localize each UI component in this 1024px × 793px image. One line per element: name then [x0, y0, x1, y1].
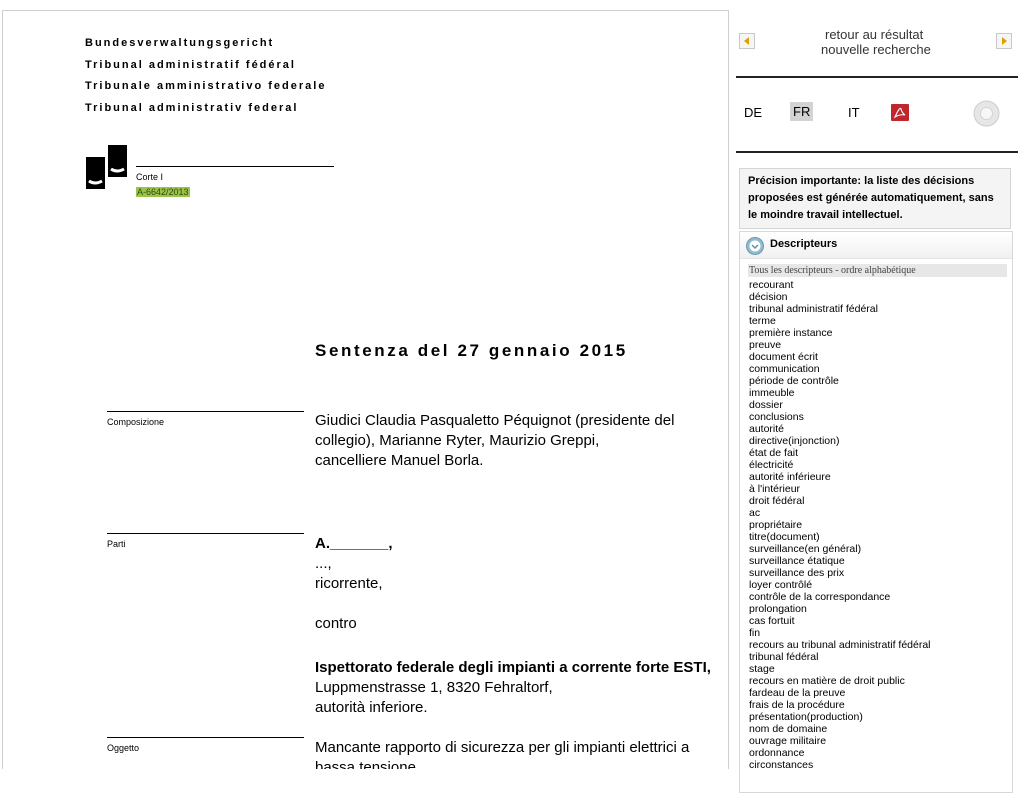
composition-line: cancelliere Manuel Borla. [315, 452, 484, 469]
composition-text: Giudici Claudia Pasqualetto Péquignot (p… [315, 411, 674, 471]
descriptors-header[interactable]: Descripteurs [740, 232, 1012, 259]
descriptor-item[interactable]: tribunal fédéral [749, 651, 1012, 663]
descriptor-item[interactable]: loyer contrôlé [749, 579, 1012, 591]
court-name-de: Bundesverwaltungsgericht [85, 37, 275, 49]
composition-line: collegio), Marianne Ryter, Maurizio Grep… [315, 432, 600, 449]
descriptor-list: recourant décision tribunal administratif … [749, 279, 1012, 771]
subject-line: Mancante rapporto di sicurezza per gli i… [315, 739, 690, 756]
descriptor-item[interactable]: preuve [749, 339, 1012, 351]
descriptor-item[interactable]: autorité inférieure [749, 471, 1012, 483]
descriptor-item[interactable]: immeuble [749, 387, 1012, 399]
triangle-right-icon [1002, 37, 1007, 45]
respondent-address: Luppmenstrasse 1, 8320 Fehraltorf, [315, 679, 553, 696]
court-names: Bundesverwaltungsgericht Tribunal admini… [85, 33, 326, 120]
descriptor-item[interactable]: directive(injonction) [749, 435, 1012, 447]
descriptor-item[interactable]: recours au tribunal administratif fédéra… [749, 639, 1012, 651]
court-name-fr: Tribunal administratif fédéral [85, 58, 296, 71]
pdf-icon[interactable] [891, 104, 909, 121]
descriptor-item[interactable]: ouvrage militaire [749, 735, 1012, 747]
court-logo [86, 145, 127, 189]
subject-rule [107, 737, 304, 738]
composition-line: Giudici Claudia Pasqualetto Péquignot (p… [315, 412, 675, 429]
descriptor-item[interactable]: nom de domaine [749, 723, 1012, 735]
appellant-address: ..., [315, 555, 332, 572]
lang-de-link[interactable]: DE [744, 105, 762, 120]
appellant-name: A._______, [315, 535, 393, 552]
descriptor-item[interactable]: décision [749, 291, 1012, 303]
document-pane: Bundesverwaltungsgericht Tribunal admini… [2, 10, 729, 769]
descriptor-item[interactable]: document écrit [749, 351, 1012, 363]
descriptor-item[interactable]: frais de la procédure [749, 699, 1012, 711]
court-name-rm: Tribunal administrativ federal [85, 102, 299, 115]
parties-label: Parti [107, 539, 126, 549]
descriptor-item[interactable]: stage [749, 663, 1012, 675]
respondent-role: autorità inferiore. [315, 699, 428, 716]
descriptor-item[interactable]: fin [749, 627, 1012, 639]
subject-text: Mancante rapporto di sicurezza per gli i… [315, 738, 689, 769]
case-reference-highlight: A-6642/2013 [136, 187, 190, 197]
division-label: Corte I [136, 172, 164, 182]
descriptor-item[interactable]: propriétaire [749, 519, 1012, 531]
lang-fr-link[interactable]: FR [790, 102, 814, 121]
descriptor-item[interactable]: autorité [749, 423, 1012, 435]
parties-text: A._______, ..., ricorrente, contro Ispet… [315, 534, 711, 718]
panel-separator [736, 76, 1018, 78]
descriptor-item[interactable]: tribunal administratif fédéral [749, 303, 1012, 315]
judgment-title: Sentenza del 27 gennaio 2015 [315, 341, 628, 360]
triangle-left-icon [744, 37, 749, 45]
important-notice: Précision importante: la liste des décis… [739, 168, 1011, 229]
descriptors-subheading: Tous les descripteurs - ordre alphabétiq… [748, 264, 1007, 277]
circle-toggle-icon[interactable] [973, 100, 1000, 127]
previous-button[interactable] [739, 33, 755, 49]
descriptor-item[interactable]: dossier [749, 399, 1012, 411]
subject-line: bassa tensione. [315, 759, 421, 769]
descriptor-item[interactable]: contrôle de la correspondance [749, 591, 1012, 603]
appellant-role: ricorrente, [315, 575, 383, 592]
descriptor-item[interactable]: présentation(production) [749, 711, 1012, 723]
descriptor-item[interactable]: état de fait [749, 447, 1012, 459]
lang-it-link[interactable]: IT [848, 105, 860, 120]
side-panel: retour au résultat nouvelle recherche DE… [730, 10, 1024, 793]
descriptor-item[interactable]: ordonnance [749, 747, 1012, 759]
descriptor-item[interactable]: surveillance(en général) [749, 543, 1012, 555]
descriptor-item[interactable]: fardeau de la preuve [749, 687, 1012, 699]
descriptor-item[interactable]: communication [749, 363, 1012, 375]
descriptor-item[interactable]: ac [749, 507, 1012, 519]
court-name-it: Tribunale amministrativo federale [85, 80, 327, 93]
descriptors-box: Descripteurs Tous les descripteurs - ord… [739, 231, 1013, 793]
descriptor-item[interactable]: électricité [749, 459, 1012, 471]
subject-label: Oggetto [107, 743, 140, 753]
versus-text: contro [315, 615, 357, 632]
descriptor-item[interactable]: période de contrôle [749, 375, 1012, 387]
descriptor-item[interactable]: droit fédéral [749, 495, 1012, 507]
descriptor-item[interactable]: première instance [749, 327, 1012, 339]
descriptor-item[interactable]: conclusions [749, 411, 1012, 423]
descriptors-heading: Descripteurs [770, 238, 838, 250]
composition-rule [107, 411, 304, 412]
descriptor-item[interactable]: circonstances [749, 759, 1012, 771]
descriptor-item[interactable]: recourant [749, 279, 1012, 291]
next-button[interactable] [996, 33, 1012, 49]
collapse-circle-icon [746, 237, 764, 255]
new-search-link[interactable]: nouvelle recherche [821, 42, 931, 57]
descriptor-item[interactable]: recours en matière de droit public [749, 675, 1012, 687]
descriptor-item[interactable]: cas fortuit [749, 615, 1012, 627]
descriptor-item[interactable]: prolongation [749, 603, 1012, 615]
descriptor-item[interactable]: terme [749, 315, 1012, 327]
descriptor-item[interactable]: titre(document) [749, 531, 1012, 543]
back-to-results-link[interactable]: retour au résultat [825, 27, 923, 42]
case-reference: A-6642/2013 [136, 187, 190, 197]
descriptor-item[interactable]: à l'intérieur [749, 483, 1012, 495]
descriptor-item[interactable]: surveillance étatique [749, 555, 1012, 567]
header-rule [136, 166, 334, 167]
composition-label: Composizione [107, 417, 165, 427]
parties-rule [107, 533, 304, 534]
panel-separator [736, 151, 1018, 153]
descriptor-item[interactable]: surveillance des prix [749, 567, 1012, 579]
respondent-name: Ispettorato federale degli impianti a co… [315, 659, 711, 676]
